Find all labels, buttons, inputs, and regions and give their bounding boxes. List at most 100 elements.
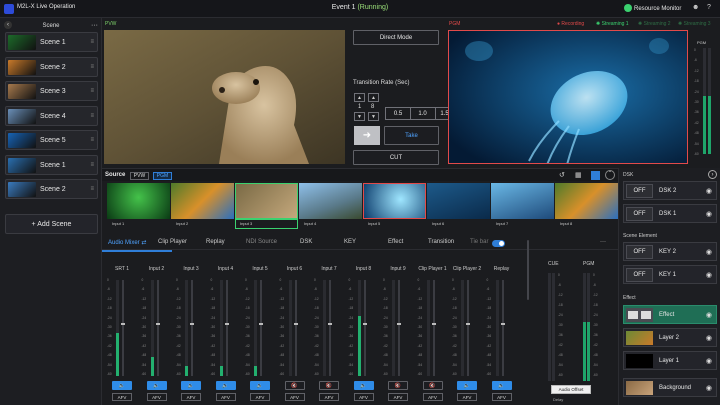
- channel-fader-track[interactable]: [156, 280, 159, 376]
- layer-row-1[interactable]: Layer 1 ◉: [623, 351, 717, 370]
- channel-fader-track[interactable]: [363, 280, 366, 376]
- speaker-icon[interactable]: 🔉: [353, 381, 374, 390]
- refresh-icon[interactable]: ↺: [559, 171, 565, 179]
- source-input[interactable]: Input 2: [171, 183, 234, 229]
- speaker-icon[interactable]: 🔉: [491, 381, 512, 390]
- channel-fader-knob[interactable]: [500, 323, 505, 326]
- speaker-icon[interactable]: 🔇: [388, 381, 408, 390]
- key-1-off-button[interactable]: OFF: [626, 268, 653, 282]
- channel-fader-track[interactable]: [501, 280, 504, 376]
- afv-button[interactable]: AFV: [146, 393, 167, 401]
- pgm-toggle[interactable]: PGM: [153, 172, 172, 180]
- channel-fader-knob[interactable]: [466, 323, 470, 326]
- resource-monitor-button[interactable]: Resource Monitor: [624, 4, 681, 12]
- scene-item[interactable]: Scene 2 ≡: [5, 56, 98, 77]
- channel-fader-knob[interactable]: [259, 323, 263, 326]
- rate-a-down-button[interactable]: ▼: [354, 112, 365, 121]
- afv-button[interactable]: AFV: [215, 393, 236, 401]
- speaker-icon[interactable]: 🔇: [422, 381, 443, 390]
- scene-item[interactable]: Scene 4 ≡: [5, 105, 98, 126]
- channel-fader-knob[interactable]: [362, 323, 367, 326]
- dsk-row-2[interactable]: OFF DSK 2 ◉: [623, 181, 717, 200]
- dsk-2-off-button[interactable]: OFF: [626, 184, 653, 198]
- afv-button[interactable]: AFV: [353, 393, 374, 401]
- drag-handle-icon[interactable]: ≡: [90, 113, 94, 119]
- source-input[interactable]: Input 3: [235, 183, 298, 229]
- drag-handle-icon[interactable]: ≡: [90, 137, 94, 143]
- speaker-icon[interactable]: 🔇: [319, 381, 339, 390]
- collapse-icon[interactable]: ‹: [4, 21, 12, 29]
- speaker-icon[interactable]: 🔉: [215, 381, 236, 390]
- channel-fader-knob[interactable]: [431, 323, 436, 326]
- channel-fader-track[interactable]: [294, 280, 297, 376]
- eye-icon[interactable]: ◉: [706, 311, 712, 319]
- afv-button[interactable]: AFV: [284, 393, 305, 401]
- preview-monitor[interactable]: [104, 30, 345, 164]
- mixer-scrollbar[interactable]: [527, 240, 529, 300]
- speaker-icon[interactable]: 🔉: [112, 381, 132, 390]
- scene-item[interactable]: Scene 5 ≡: [5, 130, 98, 150]
- speaker-icon[interactable]: 🔉: [250, 381, 270, 390]
- channel-fader-knob[interactable]: [328, 323, 332, 326]
- afv-button[interactable]: AFV: [250, 393, 270, 401]
- key-2-off-button[interactable]: OFF: [626, 245, 653, 259]
- afv-button[interactable]: AFV: [422, 393, 443, 401]
- channel-fader-track[interactable]: [260, 280, 262, 376]
- afv-button[interactable]: AFV: [112, 393, 132, 401]
- source-input[interactable]: Input 5: [363, 183, 426, 229]
- drag-handle-icon[interactable]: ≡: [90, 88, 94, 94]
- tie-bar-toggle[interactable]: [492, 240, 505, 247]
- channel-fader-knob[interactable]: [293, 323, 298, 326]
- afv-button[interactable]: AFV: [319, 393, 339, 401]
- channel-fader-track[interactable]: [467, 280, 469, 376]
- eye-icon[interactable]: ◉: [706, 187, 712, 195]
- pvw-toggle[interactable]: PVW: [130, 172, 149, 180]
- scene-item[interactable]: Scene 1 ≡: [5, 154, 98, 175]
- source-input[interactable]: Input 4: [299, 183, 362, 229]
- dsk-row-1[interactable]: OFF DSK 1 ◉: [623, 204, 717, 223]
- scene-item[interactable]: Scene 3 ≡: [5, 81, 98, 101]
- tab-transition[interactable]: Transition: [428, 239, 454, 245]
- channel-fader-track[interactable]: [398, 280, 400, 376]
- mixer-more-icon[interactable]: ···: [600, 239, 606, 245]
- drag-handle-icon[interactable]: ≡: [90, 39, 94, 45]
- channel-fader-track[interactable]: [329, 280, 331, 376]
- tab-key[interactable]: KEY: [344, 239, 356, 245]
- tab-dsk[interactable]: DSK: [300, 239, 312, 245]
- source-input[interactable]: Input 7: [491, 183, 554, 229]
- rate-b-up-button[interactable]: ▲: [368, 93, 379, 102]
- scene-item[interactable]: Scene 2 ≡: [5, 179, 98, 199]
- tab-audio-mixer[interactable]: Audio Mixer ⇄: [108, 239, 146, 246]
- speaker-icon[interactable]: 🔇: [284, 381, 305, 390]
- dsk-1-off-button[interactable]: OFF: [626, 207, 653, 221]
- add-scene-button[interactable]: + Add Scene: [5, 214, 98, 234]
- source-input[interactable]: Input 1: [107, 183, 170, 229]
- tab-clip-player[interactable]: Clip Player: [158, 239, 187, 245]
- eye-icon[interactable]: ◉: [706, 384, 712, 392]
- layer-row-effect[interactable]: Effect ◉: [623, 305, 717, 324]
- collapse-up-icon[interactable]: ˆ: [605, 170, 615, 180]
- speaker-icon[interactable]: 🔉: [457, 381, 477, 390]
- eye-icon[interactable]: ◉: [706, 210, 712, 218]
- eye-icon[interactable]: ◉: [706, 271, 712, 279]
- eye-icon[interactable]: ◉: [706, 357, 712, 365]
- direct-mode-button[interactable]: Direct Mode: [353, 30, 439, 45]
- audio-offset-button[interactable]: Audio Offset: [551, 385, 591, 394]
- rate-a-up-button[interactable]: ▲: [354, 93, 365, 102]
- drag-handle-icon[interactable]: ≡: [90, 64, 94, 70]
- afv-button[interactable]: AFV: [491, 393, 512, 401]
- speaker-icon[interactable]: 🔉: [146, 381, 167, 390]
- channel-fader-knob[interactable]: [155, 323, 160, 326]
- channel-fader-track[interactable]: [191, 280, 193, 376]
- key-row-1[interactable]: OFF KEY 1 ◉: [623, 265, 717, 284]
- channel-fader-track[interactable]: [432, 280, 435, 376]
- more-icon[interactable]: ···: [91, 20, 98, 32]
- eye-icon[interactable]: ◉: [706, 334, 712, 342]
- rate-option-0-5[interactable]: 0.5: [385, 107, 411, 120]
- help-icon[interactable]: ?: [707, 4, 711, 11]
- channel-fader-track[interactable]: [122, 280, 124, 376]
- source-input[interactable]: Input 6: [427, 183, 490, 229]
- afv-button[interactable]: AFV: [457, 393, 477, 401]
- key-row-2[interactable]: OFF KEY 2 ◉: [623, 242, 717, 261]
- tab-replay[interactable]: Replay: [206, 239, 225, 245]
